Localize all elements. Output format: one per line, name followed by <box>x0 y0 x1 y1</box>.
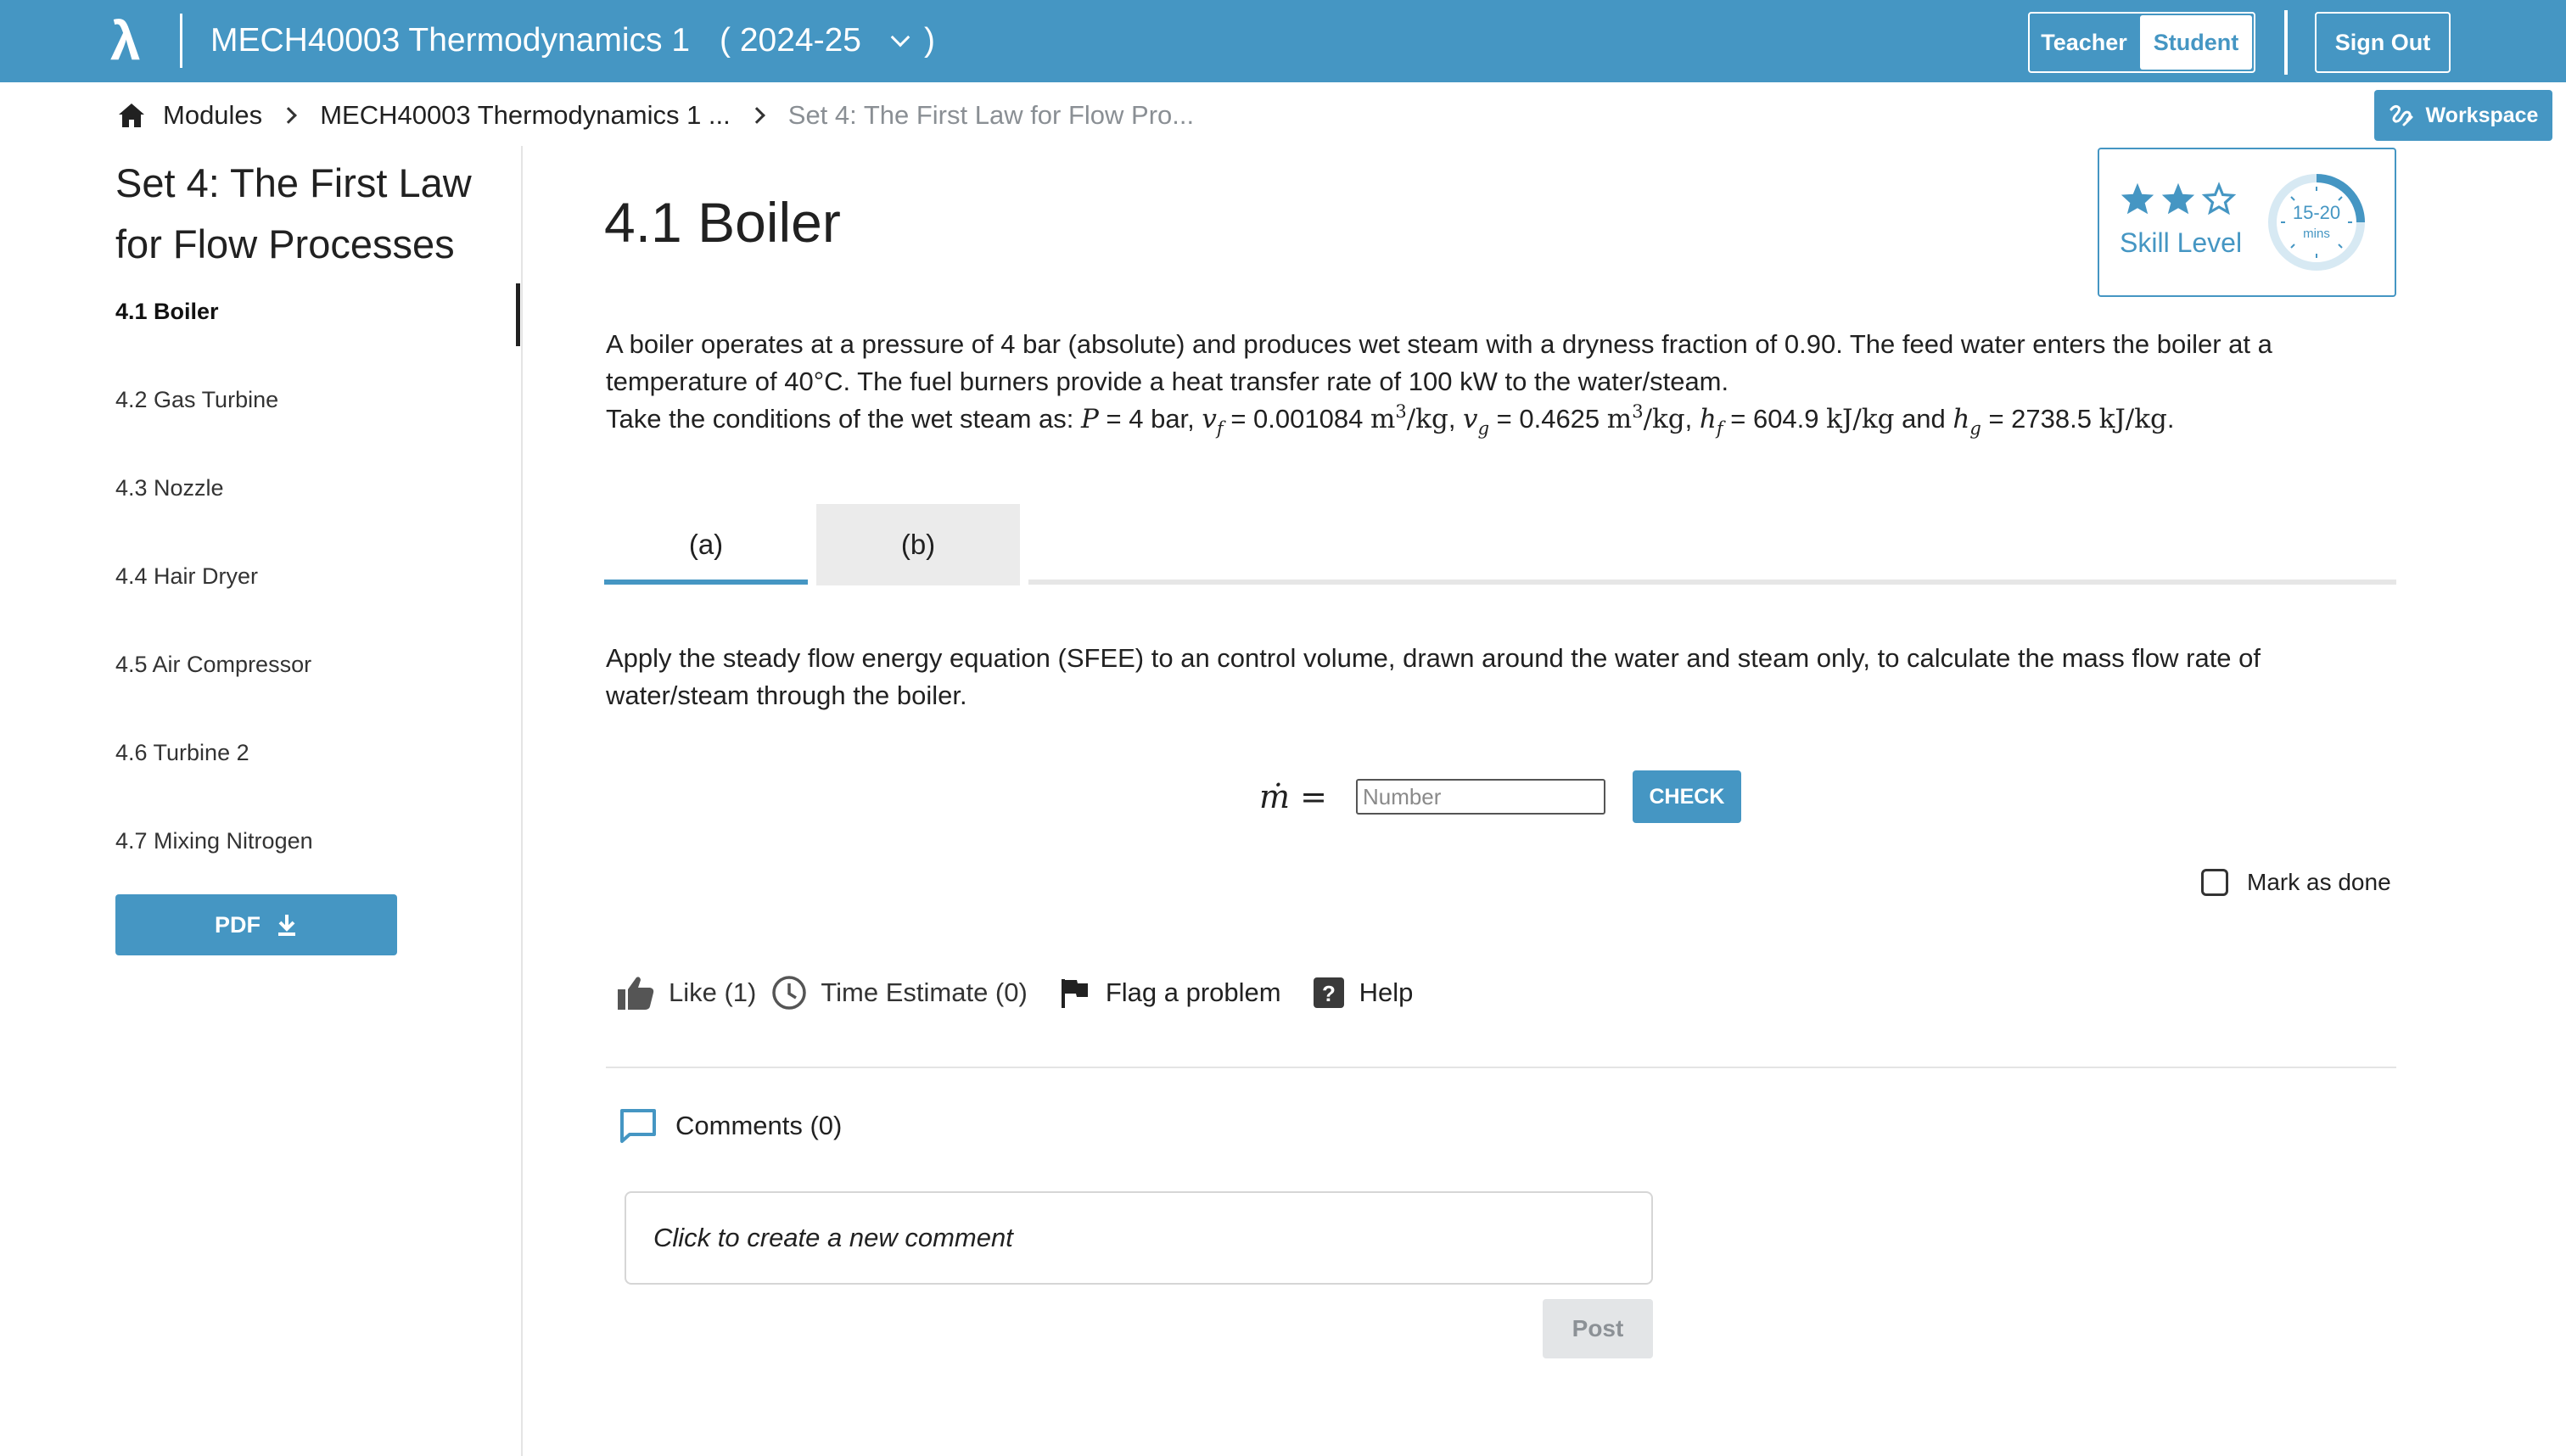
comments-label: Comments (0) <box>675 1111 843 1140</box>
check-button[interactable]: CHECK <box>1632 770 1741 823</box>
tab-part-a[interactable]: (a) <box>604 504 808 585</box>
workspace-icon <box>2390 104 2413 126</box>
sidebar-item-hair-dryer[interactable]: 4.4 Hair Dryer <box>115 563 258 590</box>
vg-value: = 0.4625 <box>1489 404 1607 434</box>
clock-icon <box>772 976 807 1010</box>
year-select[interactable]: ( 2024-25 ) <box>720 19 935 63</box>
svg-text:?: ? <box>1322 981 1336 1006</box>
workspace-label: Workspace <box>2425 103 2539 127</box>
star-filled-icon <box>2121 182 2154 215</box>
hg-unit: kJ/kg <box>2098 404 2167 434</box>
hf-value: = 604.9 <box>1723 404 1827 434</box>
time-range: 15-20 <box>2293 202 2340 223</box>
vf-unit: m <box>1370 404 1396 434</box>
chevron-down-icon <box>890 27 910 48</box>
set-title: Set 4: The First Law for Flow Processes <box>115 160 472 266</box>
part-tabs: (a) (b) <box>604 504 2396 585</box>
new-comment-input[interactable]: Click to create a new comment <box>625 1191 1653 1285</box>
problem-line-2: temperature of 40°C. The fuel burners pr… <box>606 367 1729 396</box>
answer-row: ṁ = CHECK <box>1259 770 1741 823</box>
tab-part-b[interactable]: (b) <box>816 504 1020 585</box>
action-bar: Like (1) Time Estimate (0) Flag a proble… <box>616 969 1443 1016</box>
question-text: Apply the steady flow energy equation (S… <box>606 643 2261 710</box>
time-estimate-button[interactable]: Time Estimate (0) <box>771 975 1028 1011</box>
like-label: Like (1) <box>669 977 757 1007</box>
download-icon <box>278 915 295 936</box>
vg-unit: m <box>1606 404 1633 434</box>
home-icon[interactable] <box>117 102 146 129</box>
time-unit: mins <box>2303 227 2330 241</box>
comment-icon <box>620 1109 656 1143</box>
tab-active-underline <box>604 580 808 585</box>
mark-done-label: Mark as done <box>2247 869 2391 895</box>
like-button[interactable]: Like (1) <box>616 974 756 1011</box>
hf-unit: kJ/kg <box>1826 404 1895 434</box>
course-title[interactable]: MECH40003 Thermodynamics 1 <box>210 19 690 63</box>
sidebar: Set 4: The First Law for Flow Processes … <box>0 146 523 1456</box>
time-estimate-label: Time Estimate (0) <box>821 977 1028 1007</box>
answer-number-input[interactable] <box>1355 779 1605 815</box>
post-comment-button[interactable]: Post <box>1543 1299 1653 1358</box>
header-divider <box>2284 10 2288 75</box>
flag-label: Flag a problem <box>1105 977 1281 1007</box>
flag-icon <box>1061 979 1088 1008</box>
workspace-button[interactable]: Workspace <box>2374 90 2552 141</box>
sidebar-item-boiler[interactable]: 4.1 Boiler <box>115 299 219 325</box>
hg-value: = 2738.5 <box>1981 404 2099 434</box>
help-icon: ? <box>1313 977 1344 1008</box>
tab-baseline <box>1028 580 2396 585</box>
vf-value: = 0.001084 <box>1223 404 1370 434</box>
pdf-download-button[interactable]: PDF <box>115 894 397 955</box>
pdf-label: PDF <box>215 911 261 938</box>
breadcrumb: Modules MECH40003 Thermodynamics 1 ... S… <box>117 95 1194 136</box>
breadcrumb-current: Set 4: The First Law for Flow Pro... <box>787 100 1195 130</box>
sidebar-item-nozzle[interactable]: 4.3 Nozzle <box>115 475 224 501</box>
conditions-and: and <box>1894 404 1953 434</box>
role-toggle: Teacher Student <box>2028 12 2255 73</box>
breadcrumb-course[interactable]: MECH40003 Thermodynamics 1 ... <box>320 100 731 131</box>
help-label: Help <box>1359 977 1414 1007</box>
conditions-intro: Take the conditions of the wet steam as: <box>606 404 1082 434</box>
problem-conditions: Take the conditions of the wet steam as:… <box>606 401 2175 439</box>
sidebar-item-air-compressor[interactable]: 4.5 Air Compressor <box>115 652 311 678</box>
skill-stars <box>2120 182 2237 216</box>
sidebar-item-mixing-nitrogen[interactable]: 4.7 Mixing Nitrogen <box>115 828 313 854</box>
section-divider <box>606 1067 2396 1068</box>
lambda-logo[interactable]: λ <box>110 8 141 73</box>
time-estimate-dial: 15-20 mins <box>2268 174 2365 271</box>
mark-as-done[interactable]: Mark as done <box>2201 869 2391 896</box>
active-indicator <box>516 283 520 346</box>
skill-level-label: Skill Level <box>2120 227 2243 258</box>
top-bar: λ MECH40003 Thermodynamics 1 ( 2024-25 )… <box>0 0 2566 82</box>
problem-line-1: A boiler operates at a pressure of 4 bar… <box>606 329 2272 359</box>
mass-flow-symbol: ṁ = <box>1259 778 1327 815</box>
skill-level-card: Skill Level 15-20 mins <box>2098 148 2396 297</box>
student-role-button[interactable]: Student <box>2140 15 2252 70</box>
help-button[interactable]: ? Help <box>1312 976 1414 1010</box>
star-filled-icon <box>2161 182 2195 215</box>
star-empty-icon <box>2201 182 2237 216</box>
pressure-value: = 4 bar, <box>1098 404 1202 434</box>
mark-done-checkbox[interactable] <box>2201 869 2228 896</box>
sign-out-button[interactable]: Sign Out <box>2315 12 2451 73</box>
year-select-value: ( 2024-25 <box>720 22 861 59</box>
logo-divider <box>180 14 182 68</box>
page-title: 4.1 Boiler <box>604 191 841 254</box>
flag-problem-button[interactable]: Flag a problem <box>1058 976 1281 1010</box>
thumbs-up-icon <box>618 977 654 1010</box>
sidebar-item-gas-turbine[interactable]: 4.2 Gas Turbine <box>115 387 278 413</box>
vf-unit-tail: /kg <box>1406 404 1448 434</box>
sidebar-item-turbine-2[interactable]: 4.6 Turbine 2 <box>115 740 249 766</box>
teacher-role-button[interactable]: Teacher <box>2030 14 2138 71</box>
vg-unit-tail: /kg <box>1643 404 1685 434</box>
comments-header: Comments (0) <box>619 1108 842 1144</box>
year-select-close: ) <box>923 22 935 59</box>
breadcrumb-modules[interactable]: Modules <box>163 100 262 131</box>
problem-statement: A boiler operates at a pressure of 4 bar… <box>606 326 2405 438</box>
chevron-right-icon <box>748 107 765 124</box>
chevron-right-icon <box>280 107 298 124</box>
